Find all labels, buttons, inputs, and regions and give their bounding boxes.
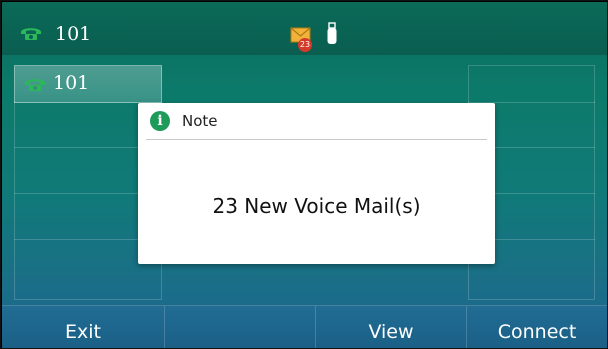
status-account-label: 101	[55, 23, 92, 45]
softkey-connect[interactable]: Connect	[466, 306, 607, 348]
dialog-message: 23 New Voice Mail(s)	[212, 194, 421, 218]
line-key-101[interactable]: 101	[14, 65, 162, 103]
phone-handset-icon	[25, 79, 45, 91]
usb-icon	[327, 22, 337, 44]
status-bar: 101 23	[2, 2, 607, 55]
voicemail-count-badge: 23	[298, 38, 312, 52]
info-icon: i	[150, 111, 170, 131]
softkey-empty[interactable]	[164, 306, 315, 348]
line-key-slot[interactable]	[468, 65, 595, 103]
phone-display-frame: 101 23 101 Exit View Connect i Note 23 N…	[0, 0, 608, 349]
softkey-view[interactable]: View	[315, 306, 466, 348]
note-dialog: i Note 23 New Voice Mail(s)	[138, 103, 495, 264]
dialog-title: Note	[182, 112, 218, 130]
dialog-header: i Note	[146, 103, 487, 140]
softkey-exit[interactable]: Exit	[2, 306, 164, 348]
phone-screen: 101 23 101 Exit View Connect i Note 23 N…	[2, 2, 607, 348]
line-key-label: 101	[53, 72, 90, 94]
softkey-bar: Exit View Connect	[2, 305, 607, 348]
phone-handset-icon	[21, 28, 41, 40]
